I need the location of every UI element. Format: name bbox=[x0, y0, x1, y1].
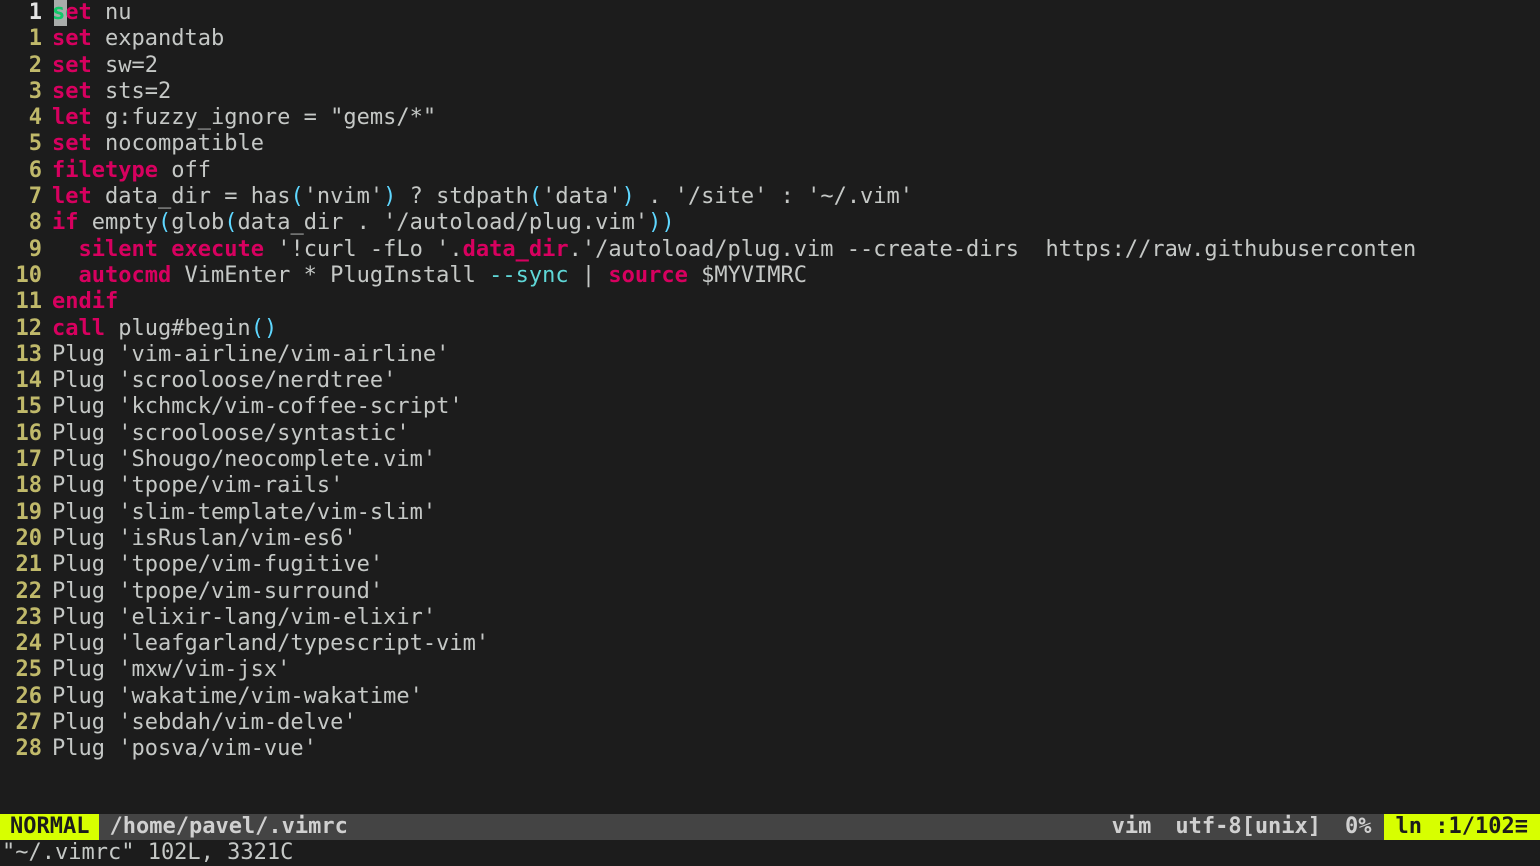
code-line: 15Plug 'kchmck/vim-coffee-script' bbox=[0, 394, 1540, 420]
cursor bbox=[54, 0, 67, 26]
mode-indicator: NORMAL bbox=[0, 814, 99, 840]
line-number: 3 bbox=[0, 79, 52, 105]
code-text[interactable]: filetype off bbox=[52, 158, 211, 184]
code-text[interactable]: silent execute '!curl -fLo '.data_dir.'/… bbox=[52, 237, 1416, 263]
line-number: 6 bbox=[0, 158, 52, 184]
code-line: 17Plug 'Shougo/neocomplete.vim' bbox=[0, 447, 1540, 473]
line-number: 1 bbox=[0, 0, 52, 26]
code-line: 22Plug 'tpope/vim-surround' bbox=[0, 579, 1540, 605]
code-text[interactable]: Plug 'leafgarland/typescript-vim' bbox=[52, 631, 489, 657]
code-line: 1 set nu bbox=[0, 0, 1540, 26]
code-text[interactable]: Plug 'scrooloose/nerdtree' bbox=[52, 368, 396, 394]
code-text[interactable]: Plug 'posva/vim-vue' bbox=[52, 736, 317, 762]
code-line: 24Plug 'leafgarland/typescript-vim' bbox=[0, 631, 1540, 657]
percent-indicator: 0% bbox=[1333, 814, 1384, 840]
code-line: 13Plug 'vim-airline/vim-airline' bbox=[0, 342, 1540, 368]
line-number: 22 bbox=[0, 579, 52, 605]
code-line: 25Plug 'mxw/vim-jsx' bbox=[0, 657, 1540, 683]
status-line: NORMAL /home/pavel/.vimrc vim utf-8[unix… bbox=[0, 814, 1540, 840]
code-line: 5 set nocompatible bbox=[0, 131, 1540, 157]
code-line: 4 let g:fuzzy_ignore = "gems/*" bbox=[0, 105, 1540, 131]
code-line: 3 set sts=2 bbox=[0, 79, 1540, 105]
code-line: 18Plug 'tpope/vim-rails' bbox=[0, 473, 1540, 499]
code-text[interactable]: Plug 'scrooloose/syntastic' bbox=[52, 421, 410, 447]
line-number: 25 bbox=[0, 657, 52, 683]
line-number: 8 bbox=[0, 210, 52, 236]
line-number: 26 bbox=[0, 684, 52, 710]
editor-viewport[interactable]: 1 set nu 1 set expandtab 2 set sw=2 3 se… bbox=[0, 0, 1540, 814]
line-number: 13 bbox=[0, 342, 52, 368]
code-line: 2 set sw=2 bbox=[0, 53, 1540, 79]
code-text[interactable]: Plug 'vim-airline/vim-airline' bbox=[52, 342, 449, 368]
code-line: 14Plug 'scrooloose/nerdtree' bbox=[0, 368, 1540, 394]
code-text[interactable]: Plug 'tpope/vim-rails' bbox=[52, 473, 343, 499]
code-line: 12 call plug#begin() bbox=[0, 316, 1540, 342]
code-text[interactable]: Plug 'elixir-lang/vim-elixir' bbox=[52, 605, 436, 631]
line-number: 15 bbox=[0, 394, 52, 420]
line-number: 17 bbox=[0, 447, 52, 473]
code-line: 23Plug 'elixir-lang/vim-elixir' bbox=[0, 605, 1540, 631]
code-text[interactable]: set sw=2 bbox=[52, 53, 158, 79]
code-line: 26Plug 'wakatime/vim-wakatime' bbox=[0, 684, 1540, 710]
filetype-indicator: vim bbox=[1100, 814, 1164, 840]
code-line: 9 silent execute '!curl -fLo '.data_dir.… bbox=[0, 237, 1540, 263]
line-number: 4 bbox=[0, 105, 52, 131]
line-number: 2 bbox=[0, 53, 52, 79]
code-line: 16Plug 'scrooloose/syntastic' bbox=[0, 421, 1540, 447]
line-number: 5 bbox=[0, 131, 52, 157]
code-text[interactable]: let g:fuzzy_ignore = "gems/*" bbox=[52, 105, 436, 131]
code-text[interactable]: call plug#begin() bbox=[52, 316, 277, 342]
code-text[interactable]: Plug 'wakatime/vim-wakatime' bbox=[52, 684, 423, 710]
code-line: 7 let data_dir = has('nvim') ? stdpath('… bbox=[0, 184, 1540, 210]
code-text[interactable]: set expandtab bbox=[52, 26, 224, 52]
encoding-indicator: utf-8[unix] bbox=[1163, 814, 1333, 840]
line-number: 12 bbox=[0, 316, 52, 342]
line-number: 28 bbox=[0, 736, 52, 762]
line-number: 23 bbox=[0, 605, 52, 631]
line-number: 1 bbox=[0, 26, 52, 52]
code-text[interactable]: set nocompatible bbox=[52, 131, 264, 157]
code-text[interactable]: Plug 'sebdah/vim-delve' bbox=[52, 710, 357, 736]
code-text[interactable]: endif bbox=[52, 289, 118, 315]
code-text[interactable]: autocmd VimEnter * PlugInstall --sync | … bbox=[52, 263, 807, 289]
line-number: 27 bbox=[0, 710, 52, 736]
code-text[interactable]: Plug 'Shougo/neocomplete.vim' bbox=[52, 447, 436, 473]
line-number: 9 bbox=[0, 237, 52, 263]
line-number: 18 bbox=[0, 473, 52, 499]
code-text[interactable]: Plug 'tpope/vim-surround' bbox=[52, 579, 383, 605]
code-text[interactable]: set sts=2 bbox=[52, 79, 171, 105]
line-number: 19 bbox=[0, 500, 52, 526]
code-line: 10 autocmd VimEnter * PlugInstall --sync… bbox=[0, 263, 1540, 289]
code-line: 1 set expandtab bbox=[0, 26, 1540, 52]
code-line: 20Plug 'isRuslan/vim-es6' bbox=[0, 526, 1540, 552]
code-line: 28Plug 'posva/vim-vue' bbox=[0, 736, 1540, 762]
line-number: 20 bbox=[0, 526, 52, 552]
line-number: 21 bbox=[0, 552, 52, 578]
code-line: 6 filetype off bbox=[0, 158, 1540, 184]
line-number: 16 bbox=[0, 421, 52, 447]
code-line: 19Plug 'slim-template/vim-slim' bbox=[0, 500, 1540, 526]
code-text[interactable]: Plug 'kchmck/vim-coffee-script' bbox=[52, 394, 463, 420]
line-number: 14 bbox=[0, 368, 52, 394]
line-number: 10 bbox=[0, 263, 52, 289]
code-text[interactable]: Plug 'isRuslan/vim-es6' bbox=[52, 526, 357, 552]
line-number: 11 bbox=[0, 289, 52, 315]
code-line: 21Plug 'tpope/vim-fugitive' bbox=[0, 552, 1540, 578]
file-path: /home/pavel/.vimrc bbox=[99, 814, 357, 840]
command-line[interactable]: "~/.vimrc" 102L, 3321C bbox=[0, 840, 1540, 866]
code-text[interactable]: Plug 'slim-template/vim-slim' bbox=[52, 500, 436, 526]
code-text[interactable]: if empty(glob(data_dir . '/autoload/plug… bbox=[52, 210, 675, 236]
code-line: 11 endif bbox=[0, 289, 1540, 315]
line-number: 7 bbox=[0, 184, 52, 210]
line-number: 24 bbox=[0, 631, 52, 657]
position-indicator: ln :1/102≡ bbox=[1384, 814, 1540, 840]
code-text[interactable]: Plug 'tpope/vim-fugitive' bbox=[52, 552, 383, 578]
code-text[interactable]: Plug 'mxw/vim-jsx' bbox=[52, 657, 290, 683]
code-line: 27Plug 'sebdah/vim-delve' bbox=[0, 710, 1540, 736]
code-text[interactable]: let data_dir = has('nvim') ? stdpath('da… bbox=[52, 184, 913, 210]
code-line: 8 if empty(glob(data_dir . '/autoload/pl… bbox=[0, 210, 1540, 236]
